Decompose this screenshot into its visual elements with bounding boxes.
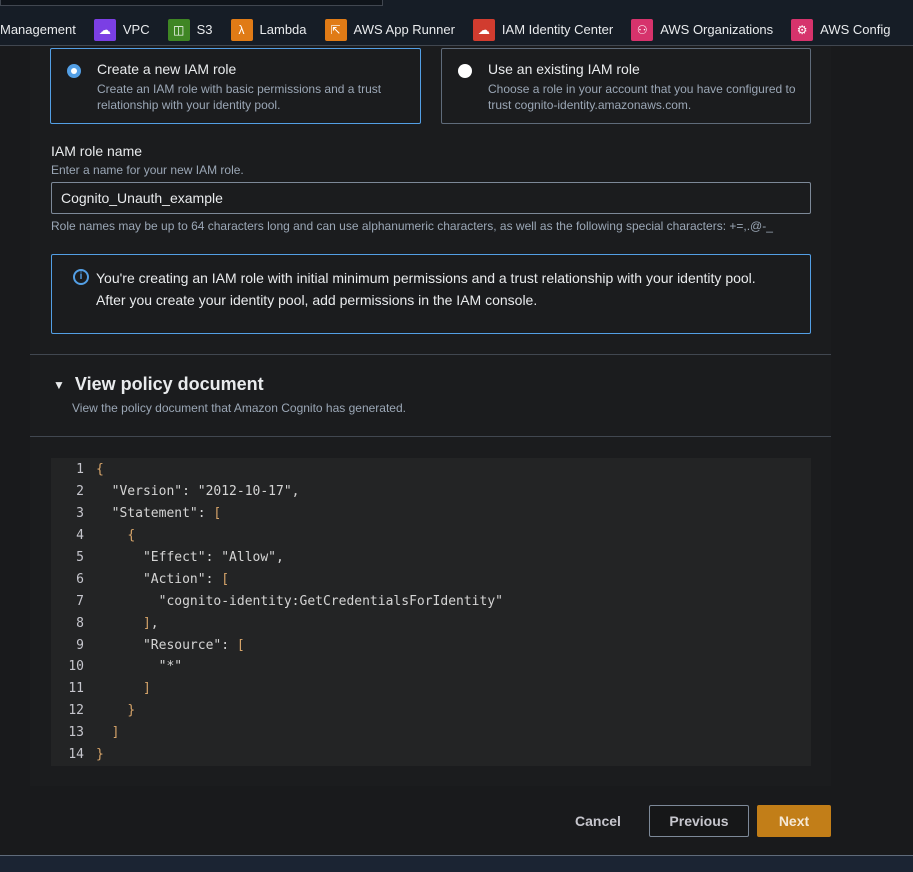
s3-bucket-icon: ◫ — [167, 18, 190, 41]
divider — [30, 436, 831, 437]
code-line: 5 "Effect": "Allow", — [51, 547, 811, 569]
code-text: "*" — [96, 659, 183, 675]
nav-label: AWS Organizations — [660, 22, 774, 37]
policy-code-viewer: 1{2 "Version": "2012-10-17", 3 "Statement… — [51, 458, 811, 766]
nav-favorite-lambda[interactable]: λ Lambda — [230, 18, 307, 41]
line-number: 2 — [76, 484, 84, 500]
line-number: 8 — [76, 615, 84, 631]
role-name-constraint: Role names may be up to 64 characters lo… — [51, 219, 773, 233]
code-line: 13 ] — [51, 722, 811, 744]
code-text: ] — [142, 681, 151, 697]
nav-favorite-iam-identity-center[interactable]: ☁ IAM Identity Center — [472, 18, 614, 41]
nav-label: Management — [0, 22, 76, 37]
nav-favorite-vpc[interactable]: ☁ VPC — [93, 18, 150, 41]
lambda-icon: λ — [230, 18, 253, 41]
app-runner-icon: ⇱ — [324, 18, 347, 41]
code-text: { — [96, 462, 104, 478]
code-line: 2 "Version": "2012-10-17", — [51, 481, 811, 503]
code-text: "Effect": "Allow", — [96, 550, 284, 565]
code-line: 6 "Action": [ — [51, 568, 811, 590]
bottom-bar — [0, 855, 913, 872]
cancel-button[interactable]: Cancel — [560, 805, 636, 837]
code-text: "Resource": [ — [96, 637, 245, 653]
caret-down-icon: ▼ — [53, 377, 65, 392]
config-icon: ⚙ — [791, 18, 814, 41]
role-name-label: IAM role name — [51, 143, 143, 159]
code-line: 14} — [51, 744, 811, 766]
alert-line-2: After you create your identity pool, add… — [96, 292, 538, 308]
nav-favorite-management[interactable]: Management — [0, 22, 76, 37]
code-text: "cognito-identity:GetCredentialsForIdent… — [96, 593, 503, 609]
dropdown-fragment — [0, 0, 383, 6]
option-description: Create an IAM role with basic permission… — [97, 82, 382, 112]
nav-label: IAM Identity Center — [501, 22, 614, 37]
line-number: 11 — [68, 681, 84, 697]
alert-line-1: You're creating an IAM role with initial… — [96, 270, 756, 286]
code-line: 3 "Statement": [ — [51, 503, 811, 525]
line-number: 12 — [68, 703, 84, 719]
code-text: "Statement": [ — [96, 506, 222, 522]
radio-create-new-role[interactable]: Create a new IAM role Create an IAM role… — [50, 48, 421, 124]
next-button[interactable]: Next — [757, 805, 831, 837]
radio-use-existing-role[interactable]: Use an existing IAM role Choose a role i… — [441, 48, 811, 124]
code-text: "Version": "2012-10-17", — [96, 484, 300, 500]
code-text: { — [127, 528, 136, 544]
code-line: 1{ — [51, 459, 811, 481]
code-line: 10 "*" — [51, 656, 811, 678]
radio-selected-icon — [67, 64, 81, 78]
role-name-description: Enter a name for your new IAM role. — [51, 163, 244, 177]
nav-label: AWS App Runner — [353, 22, 455, 37]
code-text: ] — [111, 725, 120, 741]
line-number: 13 — [68, 725, 84, 741]
line-number: 4 — [76, 528, 84, 544]
line-number: 10 — [68, 659, 84, 675]
nav-favorite-aws-config[interactable]: ⚙ AWS Config — [791, 18, 891, 41]
line-number: 7 — [76, 593, 84, 609]
vpc-icon: ☁ — [93, 18, 116, 41]
info-icon: i — [73, 269, 89, 285]
policy-subtitle: View the policy document that Amazon Cog… — [72, 401, 406, 415]
nav-label: S3 — [196, 22, 213, 37]
code-line: 11 ] — [51, 678, 811, 700]
code-line: 9 "Resource": [ — [51, 634, 811, 656]
option-title: Create a new IAM role — [97, 61, 237, 77]
policy-expander[interactable]: ▼ View policy document — [53, 374, 264, 395]
favorites-bar: Management ☁ VPC ◫ S3 λ Lambda ⇱ AWS App Runner ☁… — [0, 0, 913, 46]
code-text: } — [96, 747, 104, 763]
role-name-input[interactable] — [51, 182, 811, 214]
nav-favorite-aws-app-runner[interactable]: ⇱ AWS App Runner — [324, 18, 455, 41]
code-line: 7 "cognito-identity:GetCredentialsForIde… — [51, 590, 811, 612]
option-title: Use an existing IAM role — [488, 61, 640, 77]
line-number: 5 — [76, 550, 84, 565]
code-text: "Action": [ — [96, 571, 230, 587]
line-number: 6 — [76, 571, 84, 587]
code-line: 8 ], — [51, 612, 811, 634]
nav-label: Lambda — [259, 22, 307, 37]
option-description: Choose a role in your account that you h… — [488, 82, 796, 112]
line-number: 14 — [68, 747, 84, 763]
wizard-footer: Cancel Previous Next — [0, 786, 913, 856]
nav-label: AWS Config — [820, 22, 891, 37]
code-text: ], — [142, 615, 159, 631]
line-number: 3 — [76, 506, 84, 522]
previous-button[interactable]: Previous — [649, 805, 749, 837]
nav-label: VPC — [122, 22, 150, 37]
radio-unselected-icon — [458, 64, 472, 78]
nav-favorite-aws-organizations[interactable]: ⚇ AWS Organizations — [631, 18, 774, 41]
organizations-icon: ⚇ — [631, 18, 654, 41]
policy-heading: View policy document — [74, 374, 264, 394]
line-number: 1 — [76, 462, 84, 478]
code-text: } — [127, 703, 136, 719]
line-number: 9 — [76, 637, 84, 653]
iam-identity-center-icon: ☁ — [472, 18, 495, 41]
code-line: 12 } — [51, 700, 811, 722]
info-alert: i You're creating an IAM role with initi… — [51, 254, 811, 334]
role-settings-panel: Create a new IAM role Create an IAM role… — [30, 46, 831, 786]
divider — [30, 354, 831, 355]
code-line: 4 { — [51, 525, 811, 547]
nav-favorite-s3[interactable]: ◫ S3 — [167, 18, 213, 41]
